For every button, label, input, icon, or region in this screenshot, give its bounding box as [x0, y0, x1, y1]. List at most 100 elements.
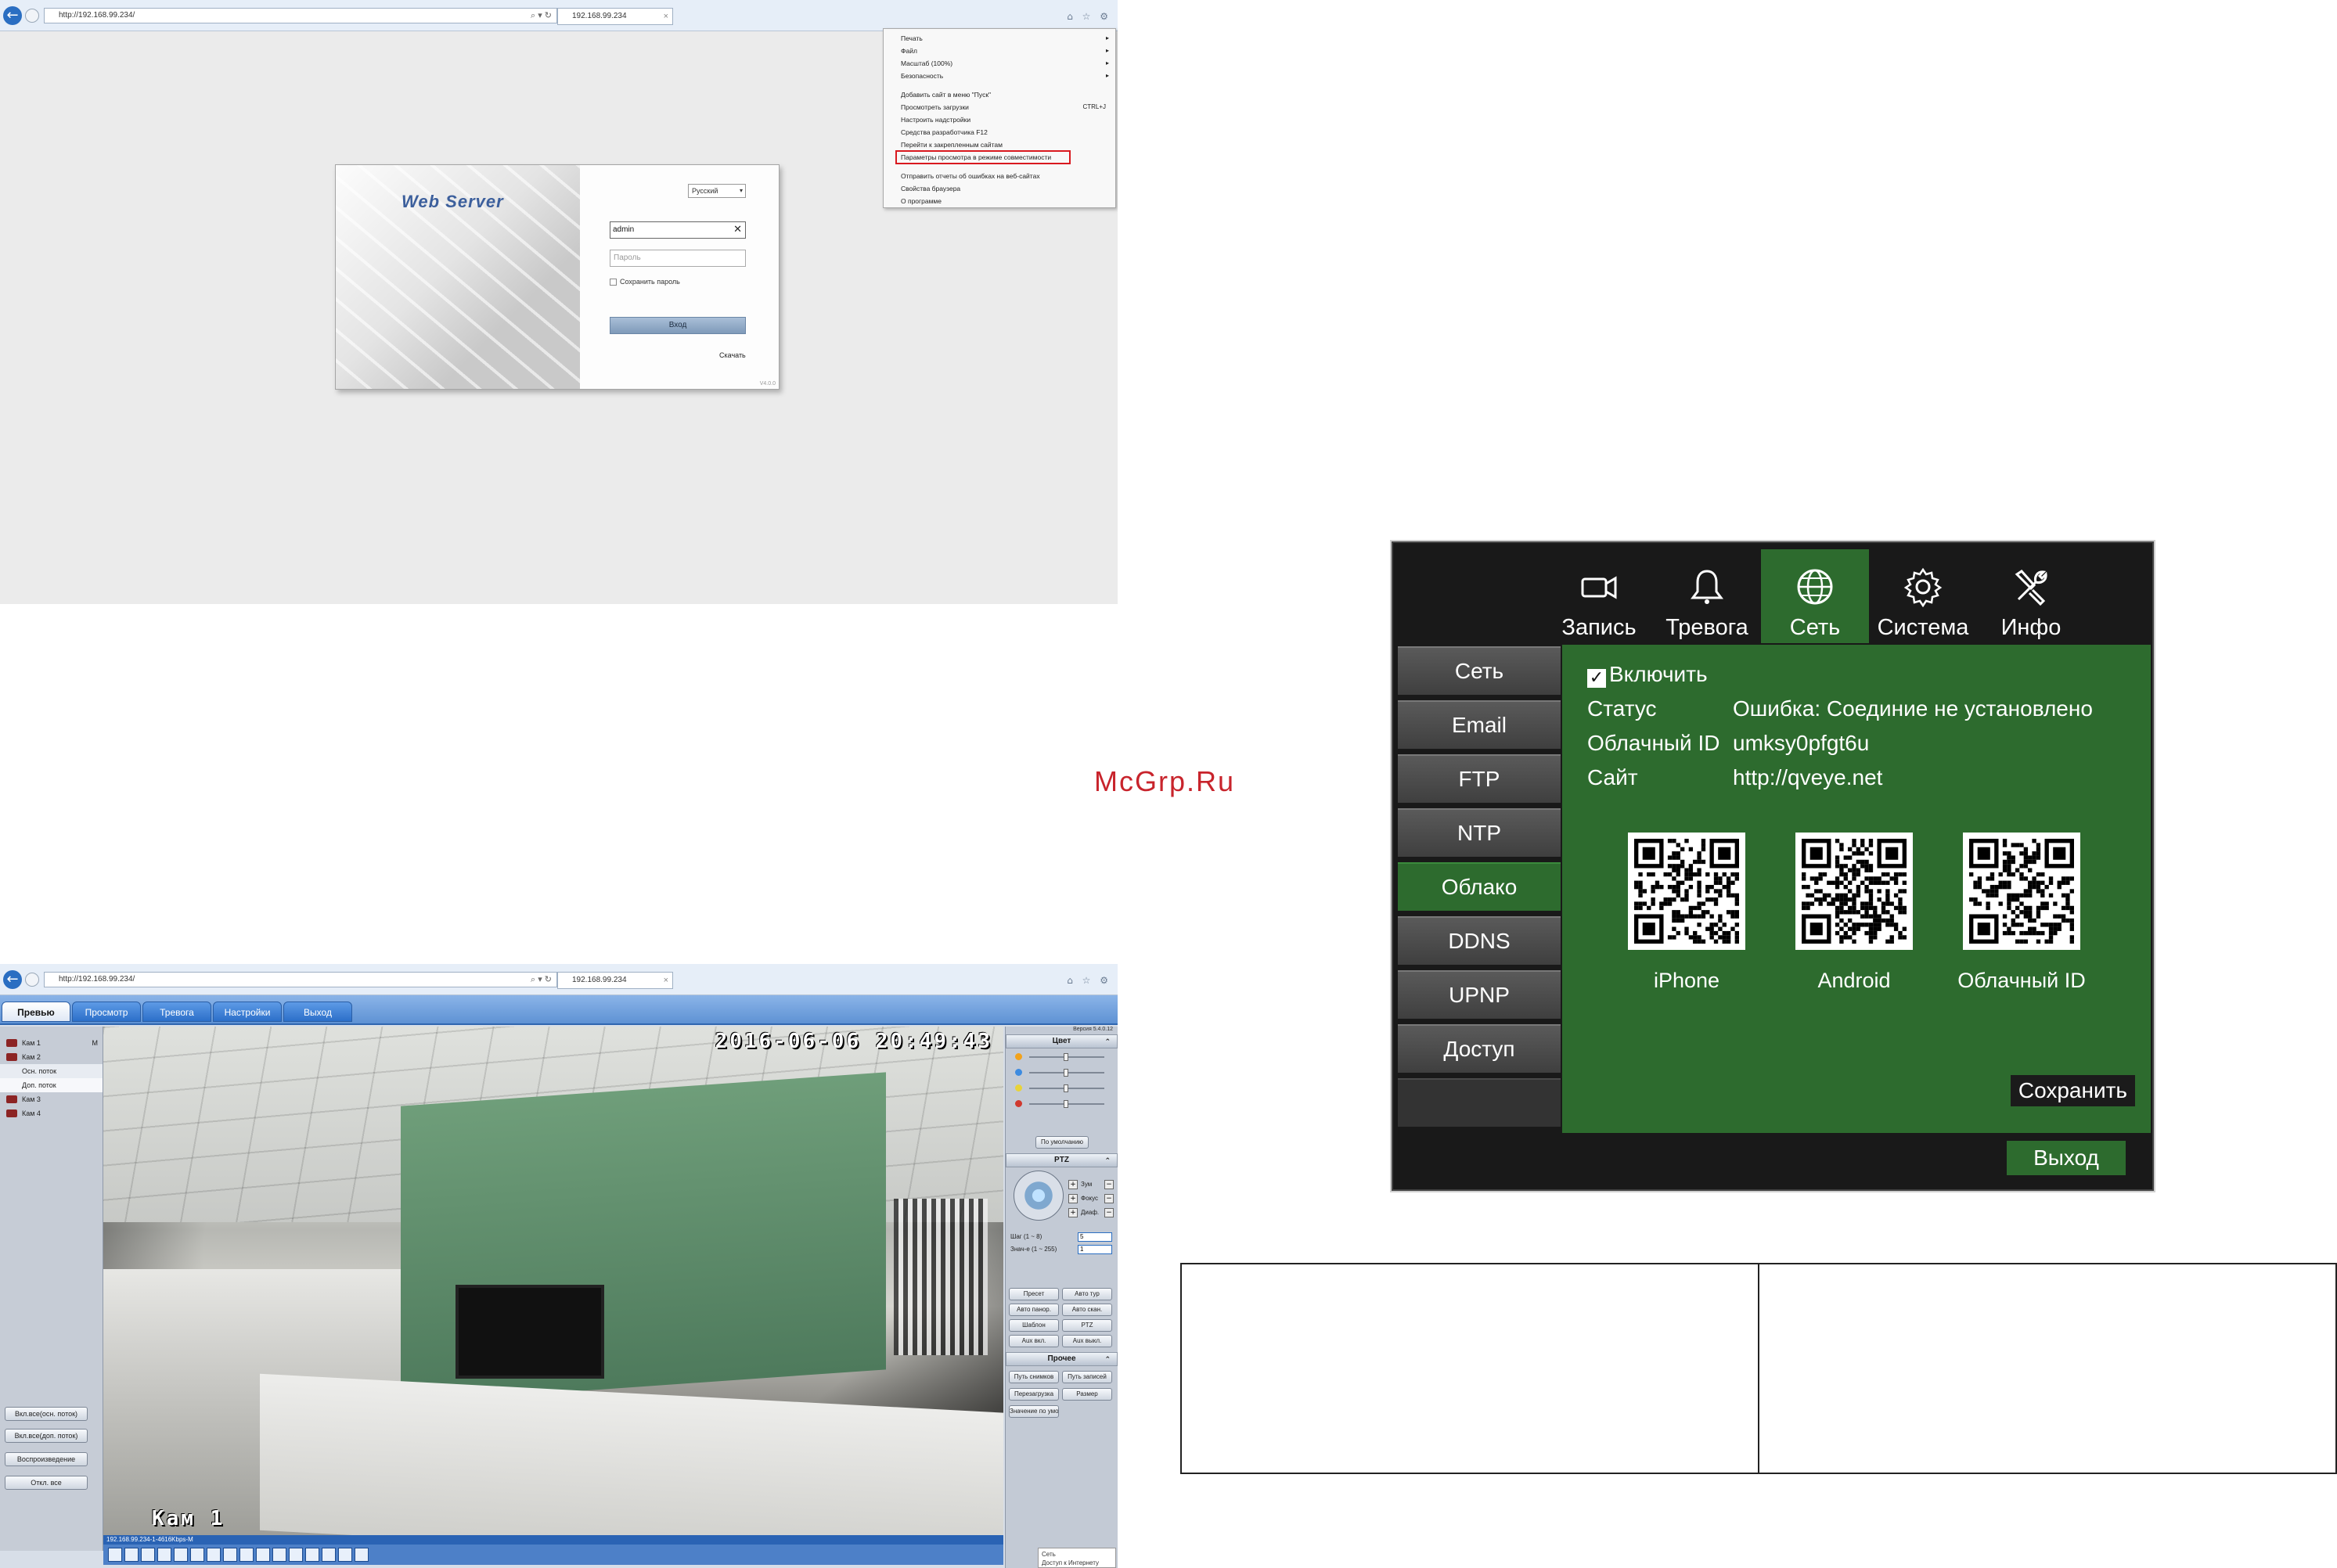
open-all-main-button[interactable]: Вкл.все(осн. поток) — [5, 1407, 88, 1421]
ptz-direction-pad[interactable] — [1014, 1171, 1064, 1221]
tab-system[interactable]: Система — [1869, 549, 1977, 643]
forward-icon[interactable] — [25, 9, 39, 23]
ctx-menu-item[interactable]: Файл ▸ — [884, 45, 1115, 57]
layout-grid-icon[interactable] — [272, 1548, 286, 1562]
back-arrow-icon[interactable]: ← — [3, 6, 22, 25]
focus-out-icon[interactable]: − — [1104, 1194, 1114, 1203]
slider-knob[interactable] — [1064, 1084, 1068, 1092]
snapshot-path-button[interactable]: Путь снимков — [1009, 1371, 1059, 1383]
tab-close-icon[interactable]: × — [664, 973, 668, 988]
forward-icon[interactable] — [25, 973, 39, 987]
layout-grid-icon[interactable] — [124, 1548, 139, 1562]
ctx-menu-item[interactable]: Свойства браузера — [884, 182, 1115, 195]
reboot-button[interactable]: Перезагрузка — [1009, 1388, 1059, 1401]
ptz-aux-off-button[interactable]: Aux выкл. — [1062, 1335, 1112, 1347]
layout-grid-icon[interactable] — [157, 1548, 171, 1562]
ptz-preset-button[interactable]: Пресет — [1009, 1288, 1059, 1300]
sidebar-item-ftp[interactable]: FTP — [1398, 754, 1561, 803]
browser-tab[interactable]: 192.168.99.234 × — [557, 972, 673, 989]
other-panel-header[interactable]: Прочее ⌃ — [1006, 1352, 1118, 1366]
ctx-menu-item[interactable]: Масштаб (100%) ▸ — [884, 57, 1115, 70]
ctx-menu-item[interactable]: Безопасность ▸ — [884, 70, 1115, 82]
layout-grid-icon[interactable] — [338, 1548, 352, 1562]
ctx-menu-item[interactable]: Печать ▸ — [884, 32, 1115, 45]
ctx-menu-item[interactable]: Перейти к закрепленным сайтам — [884, 138, 1115, 151]
saturation-slider[interactable] — [1006, 1080, 1118, 1095]
slider-knob[interactable] — [1064, 1100, 1068, 1108]
nav-alarm[interactable]: Тревога — [142, 1002, 211, 1022]
camera-item[interactable]: Кам 2 — [0, 1050, 103, 1064]
slider-knob[interactable] — [1064, 1069, 1068, 1077]
sidebar-item-access[interactable]: Доступ — [1398, 1024, 1561, 1073]
stream-item-main[interactable]: Осн. поток — [0, 1064, 103, 1078]
ptz-autoscan-button[interactable]: Авто скан. — [1062, 1304, 1112, 1316]
ptz-aux-on-button[interactable]: Aux вкл. — [1009, 1335, 1059, 1347]
language-select[interactable]: Русский ▾ — [688, 184, 746, 198]
ctx-menu-item[interactable]: Добавить сайт в меню "Пуск" — [884, 88, 1115, 101]
clear-icon[interactable]: ✕ — [733, 222, 742, 238]
layout-grid-icon[interactable] — [207, 1548, 221, 1562]
slider-knob[interactable] — [1064, 1053, 1068, 1061]
tab-network[interactable]: Сеть — [1761, 549, 1869, 643]
tab-alarm[interactable]: Тревога — [1653, 549, 1761, 643]
home-favorites-gear-icons[interactable]: ⌂ ☆ ⚙ — [1067, 975, 1111, 986]
nav-settings[interactable]: Настройки — [213, 1002, 282, 1022]
camera-item[interactable]: Кам 3 — [0, 1092, 103, 1106]
playback-button[interactable]: Воспроизведение — [5, 1452, 88, 1466]
ctx-menu-item[interactable]: Просмотреть загрузки CTRL+J — [884, 101, 1115, 113]
ctx-item-compatibility-view[interactable]: Параметры просмотра в режиме совместимос… — [895, 150, 1071, 164]
ptz-autotour-button[interactable]: Авто тур — [1062, 1288, 1112, 1300]
zoom-out-icon[interactable]: − — [1104, 1180, 1114, 1189]
address-tools-icons[interactable]: ⌕ ▾ ↻ — [531, 973, 552, 987]
nav-playback[interactable]: Просмотр — [72, 1002, 141, 1022]
ctx-menu-item[interactable]: Средства разработчика F12 — [884, 126, 1115, 138]
nav-preview[interactable]: Превью — [2, 1002, 70, 1022]
browser-tab[interactable]: 192.168.99.234 × — [557, 8, 673, 25]
factory-default-button[interactable]: Значение по умолч. — [1009, 1405, 1059, 1418]
camera-item[interactable]: Кам 4 — [0, 1106, 103, 1120]
layout-grid-icon[interactable] — [223, 1548, 237, 1562]
color-panel-header[interactable]: Цвет ⌃ — [1006, 1034, 1118, 1048]
size-button[interactable]: Размер — [1062, 1388, 1112, 1401]
nav-logout[interactable]: Выход — [283, 1002, 352, 1022]
ptz-panel-header[interactable]: PTZ ⌃ — [1006, 1153, 1118, 1167]
sidebar-item-network[interactable]: Сеть — [1398, 646, 1561, 695]
layout-grid-icon[interactable] — [355, 1548, 369, 1562]
ptz-settings-button[interactable]: PTZ — [1062, 1319, 1112, 1332]
sidebar-item-email[interactable]: Email — [1398, 700, 1561, 749]
exit-button[interactable]: Выход — [2007, 1141, 2126, 1175]
stream-item-sub[interactable]: Доп. поток — [0, 1078, 103, 1092]
close-all-button[interactable]: Откл. все — [5, 1476, 88, 1490]
layout-grid-icon[interactable] — [305, 1548, 319, 1562]
save-button[interactable]: Сохранить — [2010, 1075, 2135, 1106]
layout-grid-icon[interactable] — [289, 1548, 303, 1562]
ctx-menu-item[interactable]: Настроить надстройки — [884, 113, 1115, 126]
login-button[interactable]: Вход — [610, 317, 746, 334]
iris-close-icon[interactable]: − — [1104, 1208, 1114, 1217]
layout-grid-icon[interactable] — [322, 1548, 336, 1562]
download-link[interactable]: Скачать — [719, 351, 746, 359]
ptz-step-input[interactable]: 5 — [1078, 1232, 1112, 1242]
tab-info[interactable]: Инфо — [1977, 549, 2085, 643]
ctx-menu-item[interactable]: О программе — [884, 195, 1115, 207]
address-bar[interactable]: http://192.168.99.234/ ⌕ ▾ ↻ — [44, 8, 557, 23]
layout-grid-icon[interactable] — [190, 1548, 204, 1562]
enable-checkbox[interactable]: ✓ — [1587, 669, 1606, 688]
address-bar[interactable]: http://192.168.99.234/ ⌕ ▾ ↻ — [44, 972, 557, 987]
home-favorites-gear-icons[interactable]: ⌂ ☆ ⚙ — [1067, 11, 1111, 22]
tab-record[interactable]: Запись — [1545, 549, 1653, 643]
zoom-in-icon[interactable]: + — [1068, 1180, 1078, 1189]
camera-item[interactable]: Кам 1 M — [0, 1036, 103, 1050]
back-arrow-icon[interactable]: ← — [3, 970, 22, 989]
brightness-slider[interactable] — [1006, 1048, 1118, 1064]
ptz-autopan-button[interactable]: Авто панор. — [1009, 1304, 1059, 1316]
ctx-menu-item[interactable]: Отправить отчеты об ошибках на веб-сайта… — [884, 170, 1115, 182]
layout-grid-icon[interactable] — [239, 1548, 254, 1562]
ptz-pattern-button[interactable]: Шаблон — [1009, 1319, 1059, 1332]
iris-open-icon[interactable]: + — [1068, 1208, 1078, 1217]
sidebar-item-cloud[interactable]: Облако — [1398, 862, 1561, 911]
record-path-button[interactable]: Путь записей — [1062, 1371, 1112, 1383]
camera-video-frame[interactable]: 2016-06-06 20:49:43 Кам 1 — [103, 1027, 1003, 1535]
ptz-value-input[interactable]: 1 — [1078, 1245, 1112, 1254]
color-default-button[interactable]: По умолчанию — [1035, 1136, 1089, 1149]
